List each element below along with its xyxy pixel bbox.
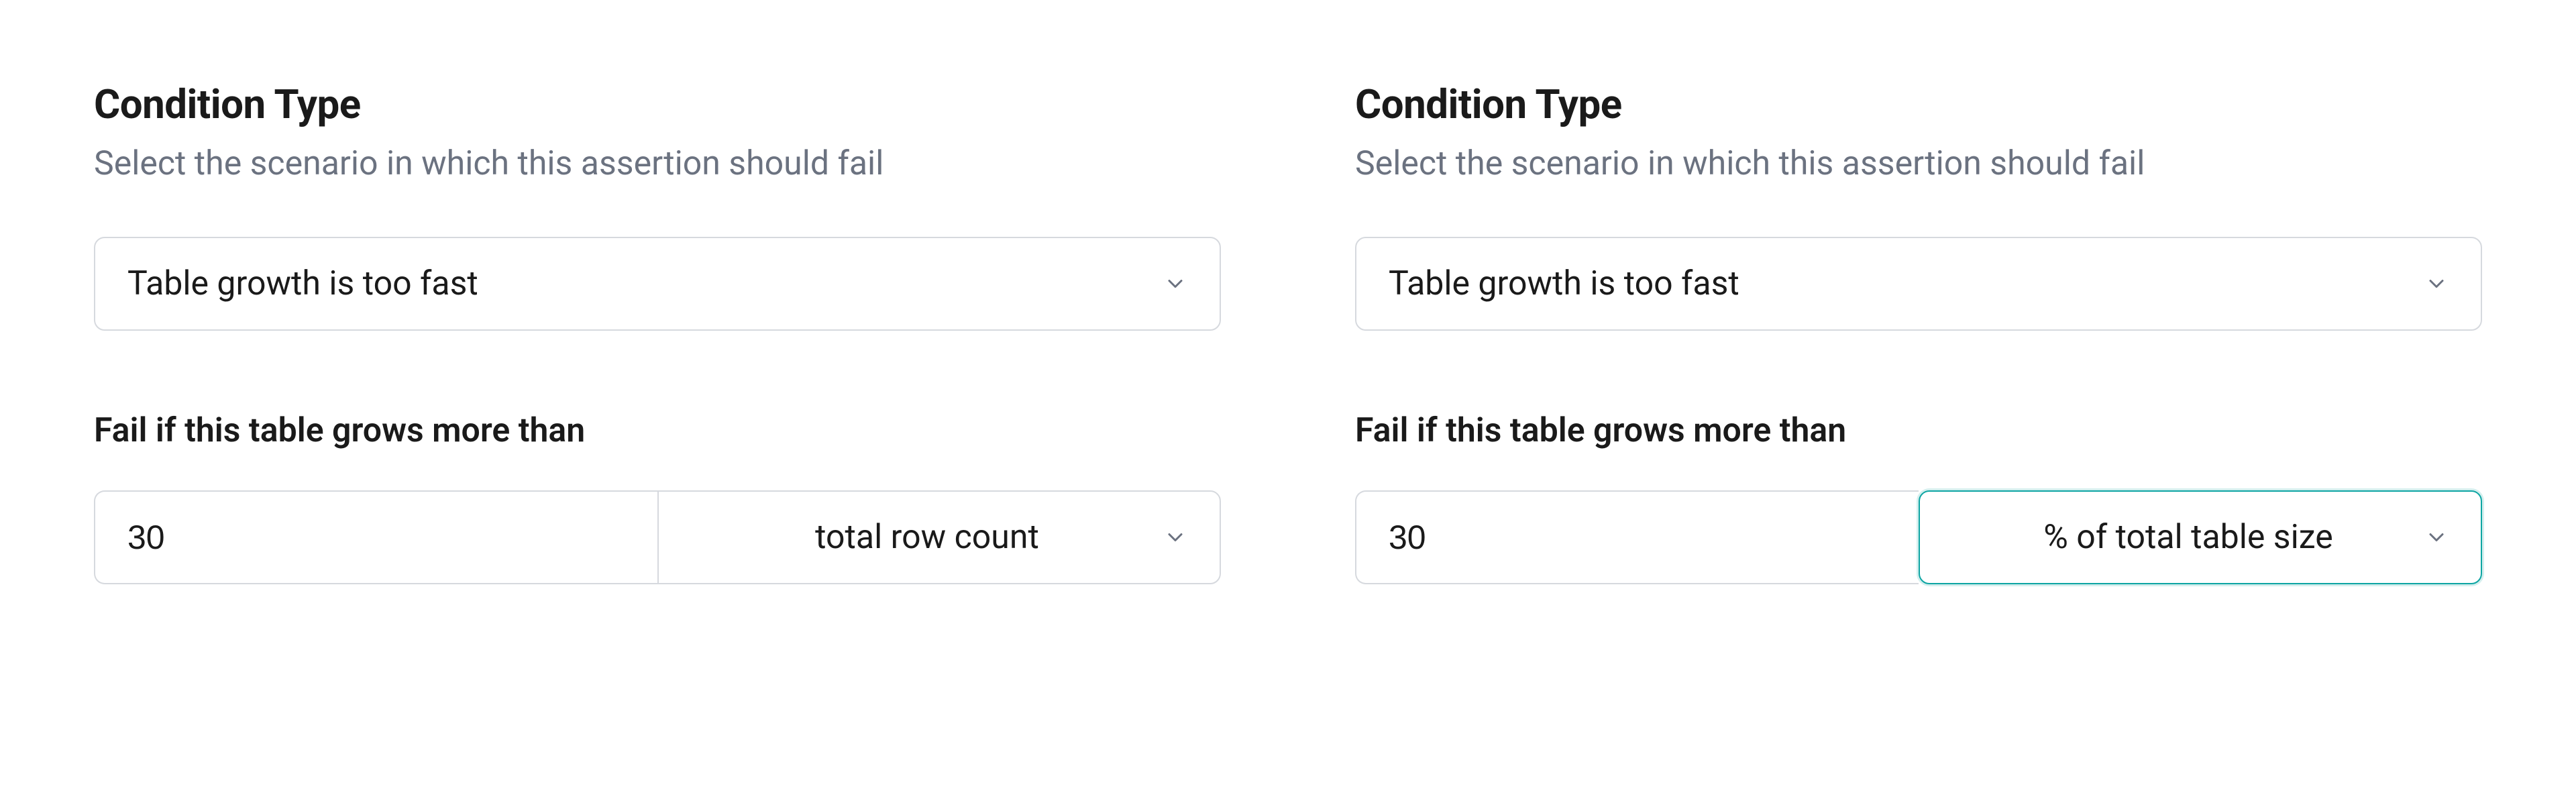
threshold-unit-select[interactable]: % of total table size xyxy=(1919,490,2482,584)
condition-type-selected-value: Table growth is too fast xyxy=(127,264,478,303)
condition-type-selected-value: Table growth is too fast xyxy=(1389,264,1739,303)
threshold-input-row: % of total table size xyxy=(1355,490,2482,584)
assertion-config-panel-left: Condition Type Select the scenario in wh… xyxy=(94,80,1221,584)
chevron-down-icon xyxy=(2424,272,2449,296)
threshold-label: Fail if this table grows more than xyxy=(94,411,1221,450)
chevron-down-icon xyxy=(1163,525,1187,549)
condition-type-select[interactable]: Table growth is too fast xyxy=(94,237,1221,331)
threshold-value-input[interactable] xyxy=(1355,490,1919,584)
condition-type-title: Condition Type xyxy=(94,80,1221,128)
threshold-value-input[interactable] xyxy=(94,490,657,584)
condition-type-title: Condition Type xyxy=(1355,80,2482,128)
condition-type-description: Select the scenario in which this assert… xyxy=(1355,144,2482,183)
condition-type-description: Select the scenario in which this assert… xyxy=(94,144,1221,183)
threshold-input-row: total row count xyxy=(94,490,1221,584)
chevron-down-icon xyxy=(1163,272,1187,296)
threshold-unit-selected-value: % of total table size xyxy=(1952,518,2424,557)
condition-type-select[interactable]: Table growth is too fast xyxy=(1355,237,2482,331)
chevron-down-icon xyxy=(2424,525,2449,549)
threshold-unit-selected-value: total row count xyxy=(691,518,1163,557)
assertion-config-panel-right: Condition Type Select the scenario in wh… xyxy=(1355,80,2482,584)
threshold-unit-select[interactable]: total row count xyxy=(657,490,1221,584)
threshold-label: Fail if this table grows more than xyxy=(1355,411,2482,450)
